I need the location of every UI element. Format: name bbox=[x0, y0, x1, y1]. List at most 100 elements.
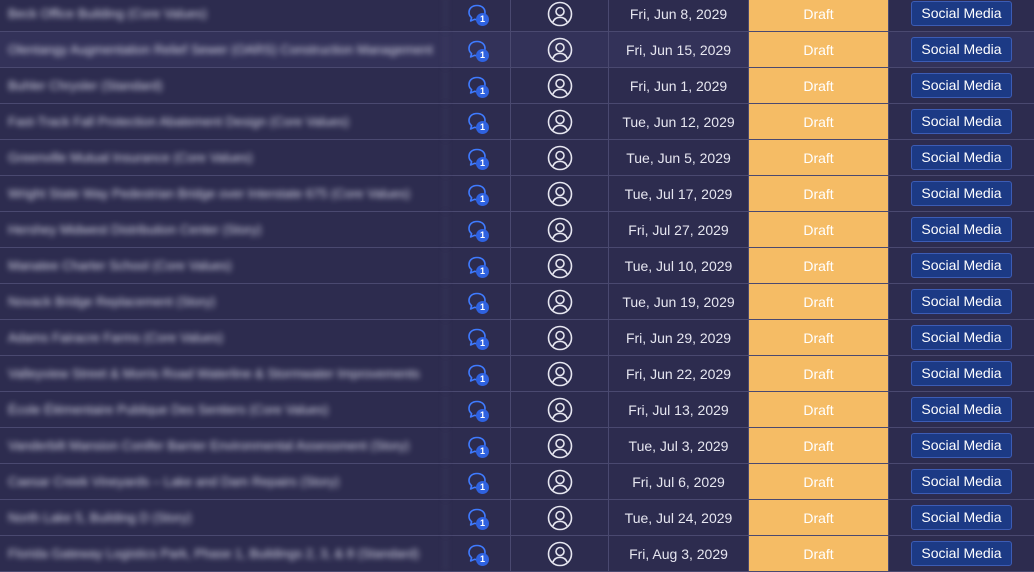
assignee-cell[interactable] bbox=[511, 68, 609, 103]
status-badge[interactable]: Draft bbox=[749, 284, 889, 319]
user-avatar-icon[interactable] bbox=[547, 505, 573, 531]
status-badge[interactable]: Draft bbox=[749, 464, 889, 499]
post-title-cell[interactable]: North Lake 5, Building D (Story) bbox=[0, 500, 446, 535]
status-badge[interactable]: Draft bbox=[749, 320, 889, 355]
channel-tag-button[interactable]: Social Media bbox=[911, 217, 1012, 242]
assignee-cell[interactable] bbox=[511, 248, 609, 283]
table-row[interactable]: Manatee Charter School (Core Values) 1 T… bbox=[0, 248, 1034, 284]
assignee-cell[interactable] bbox=[511, 0, 609, 31]
status-badge[interactable]: Draft bbox=[749, 104, 889, 139]
user-avatar-icon[interactable] bbox=[547, 433, 573, 459]
comment-bubble-icon[interactable]: 1 bbox=[467, 291, 489, 314]
channel-tag-button[interactable]: Social Media bbox=[911, 37, 1012, 62]
user-avatar-icon[interactable] bbox=[547, 397, 573, 423]
post-title-cell[interactable]: Caesar Creek Vineyards – Lake and Dam Re… bbox=[0, 464, 446, 499]
post-title[interactable]: Olentangy Augmentation Relief Sewer (OAR… bbox=[8, 42, 433, 57]
assignee-cell[interactable] bbox=[511, 428, 609, 463]
post-title-cell[interactable]: Manatee Charter School (Core Values) bbox=[0, 248, 446, 283]
post-title[interactable]: Florida Gateway Logistics Park, Phase 1,… bbox=[8, 546, 433, 561]
status-badge[interactable]: Draft bbox=[749, 212, 889, 247]
post-title[interactable]: Manatee Charter School (Core Values) bbox=[8, 258, 433, 273]
comment-bubble-icon[interactable]: 1 bbox=[467, 327, 489, 350]
post-title[interactable]: Beck Office Building (Core Values) bbox=[8, 6, 433, 21]
table-row[interactable]: Greenville Mutual Insurance (Core Values… bbox=[0, 140, 1034, 176]
status-badge[interactable]: Draft bbox=[749, 140, 889, 175]
table-row[interactable]: Vanderbilt Mansion Conifer Barrier Envir… bbox=[0, 428, 1034, 464]
comments-cell[interactable]: 1 bbox=[446, 176, 511, 211]
comment-bubble-icon[interactable]: 1 bbox=[467, 255, 489, 278]
comment-bubble-icon[interactable]: 1 bbox=[467, 435, 489, 458]
user-avatar-icon[interactable] bbox=[547, 289, 573, 315]
channel-tag-button[interactable]: Social Media bbox=[911, 181, 1012, 206]
assignee-cell[interactable] bbox=[511, 536, 609, 571]
channel-tag-button[interactable]: Social Media bbox=[911, 73, 1012, 98]
assignee-cell[interactable] bbox=[511, 500, 609, 535]
comments-cell[interactable]: 1 bbox=[446, 392, 511, 427]
status-badge[interactable]: Draft bbox=[749, 392, 889, 427]
post-title-cell[interactable]: Valleyview Street & Morris Road Waterlin… bbox=[0, 356, 446, 391]
assignee-cell[interactable] bbox=[511, 392, 609, 427]
table-row[interactable]: Olentangy Augmentation Relief Sewer (OAR… bbox=[0, 32, 1034, 68]
comment-bubble-icon[interactable]: 1 bbox=[467, 147, 489, 170]
post-title[interactable]: École Élémentaire Publique Des Sentiers … bbox=[8, 402, 433, 417]
assignee-cell[interactable] bbox=[511, 176, 609, 211]
post-title[interactable]: Hershey Midwest Distribution Center (Sto… bbox=[8, 222, 433, 237]
comments-cell[interactable]: 1 bbox=[446, 68, 511, 103]
table-row[interactable]: Florida Gateway Logistics Park, Phase 1,… bbox=[0, 536, 1034, 572]
channel-tag-button[interactable]: Social Media bbox=[911, 289, 1012, 314]
status-badge[interactable]: Draft bbox=[749, 68, 889, 103]
table-row[interactable]: École Élémentaire Publique Des Sentiers … bbox=[0, 392, 1034, 428]
assignee-cell[interactable] bbox=[511, 284, 609, 319]
channel-tag-button[interactable]: Social Media bbox=[911, 325, 1012, 350]
channel-tag-button[interactable]: Social Media bbox=[911, 145, 1012, 170]
post-title-cell[interactable]: Adams Fairacre Farms (Core Values) bbox=[0, 320, 446, 355]
comment-bubble-icon[interactable]: 1 bbox=[467, 3, 489, 26]
assignee-cell[interactable] bbox=[511, 32, 609, 67]
assignee-cell[interactable] bbox=[511, 464, 609, 499]
user-avatar-icon[interactable] bbox=[547, 469, 573, 495]
post-title-cell[interactable]: Greenville Mutual Insurance (Core Values… bbox=[0, 140, 446, 175]
user-avatar-icon[interactable] bbox=[547, 253, 573, 279]
table-row[interactable]: Caesar Creek Vineyards – Lake and Dam Re… bbox=[0, 464, 1034, 500]
post-title-cell[interactable]: Beck Office Building (Core Values) bbox=[0, 0, 446, 31]
table-row[interactable]: Buhler Chrysler (Standard) 1 Fri, Jun 1,… bbox=[0, 68, 1034, 104]
comments-cell[interactable]: 1 bbox=[446, 464, 511, 499]
assignee-cell[interactable] bbox=[511, 140, 609, 175]
post-title-cell[interactable]: Buhler Chrysler (Standard) bbox=[0, 68, 446, 103]
assignee-cell[interactable] bbox=[511, 320, 609, 355]
status-badge[interactable]: Draft bbox=[749, 176, 889, 211]
table-row[interactable]: North Lake 5, Building D (Story) 1 Tue, … bbox=[0, 500, 1034, 536]
post-title[interactable]: North Lake 5, Building D (Story) bbox=[8, 510, 433, 525]
comment-bubble-icon[interactable]: 1 bbox=[467, 111, 489, 134]
post-title-cell[interactable]: Wright State Way Pedestrian Bridge over … bbox=[0, 176, 446, 211]
comment-bubble-icon[interactable]: 1 bbox=[467, 543, 489, 566]
user-avatar-icon[interactable] bbox=[547, 145, 573, 171]
user-avatar-icon[interactable] bbox=[547, 73, 573, 99]
comments-cell[interactable]: 1 bbox=[446, 500, 511, 535]
table-row[interactable]: Fast-Track Fall Protection Abatement Des… bbox=[0, 104, 1034, 140]
comment-bubble-icon[interactable]: 1 bbox=[467, 471, 489, 494]
post-title-cell[interactable]: Olentangy Augmentation Relief Sewer (OAR… bbox=[0, 32, 446, 67]
status-badge[interactable]: Draft bbox=[749, 248, 889, 283]
comment-bubble-icon[interactable]: 1 bbox=[467, 183, 489, 206]
post-title[interactable]: Vanderbilt Mansion Conifer Barrier Envir… bbox=[8, 438, 433, 453]
user-avatar-icon[interactable] bbox=[547, 37, 573, 63]
table-row[interactable]: Adams Fairacre Farms (Core Values) 1 Fri… bbox=[0, 320, 1034, 356]
comment-bubble-icon[interactable]: 1 bbox=[467, 507, 489, 530]
post-title-cell[interactable]: Vanderbilt Mansion Conifer Barrier Envir… bbox=[0, 428, 446, 463]
assignee-cell[interactable] bbox=[511, 212, 609, 247]
comments-cell[interactable]: 1 bbox=[446, 356, 511, 391]
post-title-cell[interactable]: Fast-Track Fall Protection Abatement Des… bbox=[0, 104, 446, 139]
table-row[interactable]: Wright State Way Pedestrian Bridge over … bbox=[0, 176, 1034, 212]
channel-tag-button[interactable]: Social Media bbox=[911, 109, 1012, 134]
channel-tag-button[interactable]: Social Media bbox=[911, 253, 1012, 278]
post-title-cell[interactable]: Florida Gateway Logistics Park, Phase 1,… bbox=[0, 536, 446, 571]
comments-cell[interactable]: 1 bbox=[446, 284, 511, 319]
comments-cell[interactable]: 1 bbox=[446, 104, 511, 139]
comments-cell[interactable]: 1 bbox=[446, 536, 511, 571]
channel-tag-button[interactable]: Social Media bbox=[911, 397, 1012, 422]
comment-bubble-icon[interactable]: 1 bbox=[467, 219, 489, 242]
assignee-cell[interactable] bbox=[511, 104, 609, 139]
comments-cell[interactable]: 1 bbox=[446, 32, 511, 67]
post-title[interactable]: Buhler Chrysler (Standard) bbox=[8, 78, 433, 93]
